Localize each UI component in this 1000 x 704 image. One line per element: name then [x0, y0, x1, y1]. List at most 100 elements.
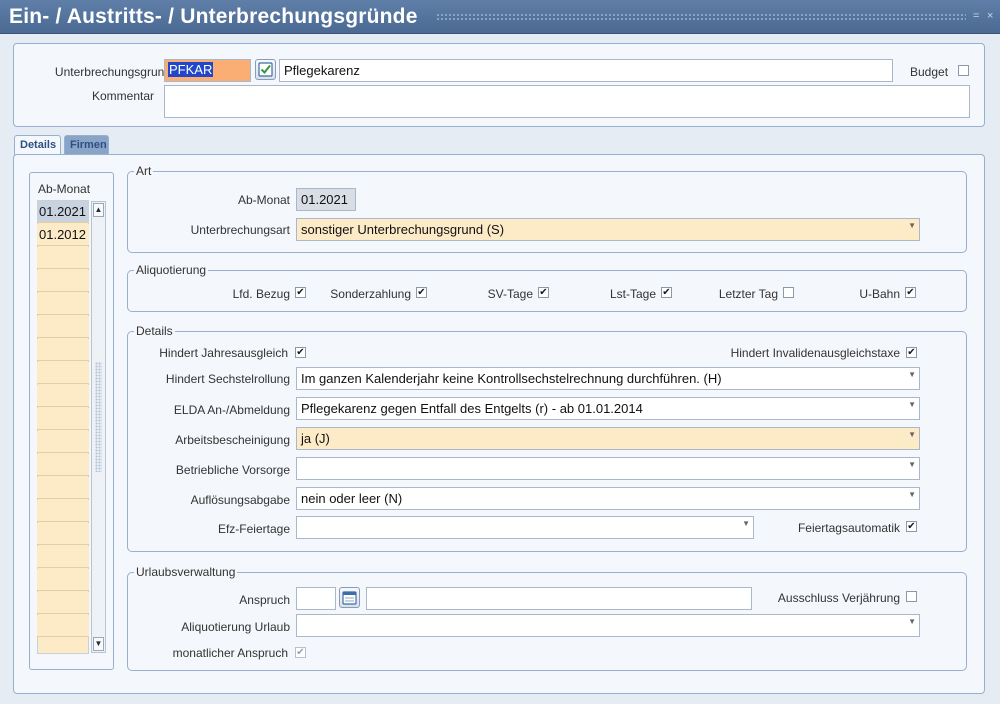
window-titlebar: Ein- / Austritts- / Unterbrechungsgründe…: [0, 0, 1000, 34]
restore-button[interactable]: =: [973, 10, 979, 22]
scroll-down-icon[interactable]: ▼: [93, 637, 104, 651]
jahresausgleich-checkbox[interactable]: [295, 347, 306, 358]
aufloesungsabgabe-value: nein oder leer (N): [301, 491, 403, 506]
verjaehrung-checkbox[interactable]: [906, 591, 917, 602]
aufloesungsabgabe-select[interactable]: nein oder leer (N) ▼: [296, 487, 920, 510]
list-item-empty: [37, 592, 89, 614]
scroll-up-icon[interactable]: ▲: [93, 203, 104, 217]
u-bahn-label: U-Bahn: [859, 287, 900, 301]
list-item-empty: [37, 408, 89, 430]
letzter-tag-label: Letzter Tag: [718, 287, 778, 301]
vorsorge-label: Betriebliche Vorsorge: [175, 463, 290, 477]
list-item-empty: [37, 546, 89, 568]
aliquotierung-urlaub-label: Aliquotierung Urlaub: [181, 620, 290, 634]
chevron-down-icon: ▼: [742, 519, 750, 528]
u-bahn-checkbox[interactable]: [905, 287, 916, 298]
grund-code-text: PFKAR: [168, 62, 214, 77]
list-item-empty: [37, 431, 89, 453]
chevron-down-icon: ▼: [908, 221, 916, 230]
budget-label: Budget: [910, 65, 949, 79]
month-list-header: Ab-Monat: [38, 182, 91, 196]
feiertagsautomatik-checkbox[interactable]: [906, 521, 917, 532]
vorsorge-select[interactable]: ▼: [296, 457, 920, 480]
arbeitsbescheinigung-label: Arbeitsbescheinigung: [175, 433, 290, 447]
lfd-bezug-checkbox[interactable]: [295, 287, 306, 298]
invalidenausgleichstaxe-checkbox[interactable]: [906, 347, 917, 358]
aufloesungsabgabe-label: Auflösungsabgabe: [190, 493, 290, 507]
kommentar-input[interactable]: [164, 85, 970, 118]
monatlich-label: monatlicher Anspruch: [172, 646, 288, 660]
budget-checkbox[interactable]: [958, 65, 969, 76]
list-item[interactable]: 01.2021: [37, 201, 89, 223]
chevron-down-icon: ▼: [908, 617, 916, 626]
sechstelrollung-label: Hindert Sechstelrollung: [165, 372, 290, 386]
lst-tage-label: Lst-Tage: [609, 287, 656, 301]
sv-tage-label: SV-Tage: [487, 287, 533, 301]
list-item-empty: [37, 523, 89, 545]
scroll-grip[interactable]: [95, 362, 102, 472]
aliquotierung-group-title: Aliquotierung: [134, 263, 209, 277]
unterbrechungsart-select[interactable]: sonstiger Unterbrechungsgrund (S) ▼: [296, 218, 920, 241]
list-item-empty: [37, 316, 89, 338]
list-item-empty: [37, 293, 89, 315]
list-item-empty: [37, 270, 89, 292]
window-title: Ein- / Austritts- / Unterbrechungsgründe: [9, 5, 418, 28]
elda-select[interactable]: Pflegekarenz gegen Entfall des Entgelts …: [296, 397, 920, 420]
sv-tage-checkbox[interactable]: [538, 287, 549, 298]
chevron-down-icon: ▼: [908, 400, 916, 409]
anspruch-label: Anspruch: [239, 593, 290, 607]
chevron-down-icon: ▼: [908, 430, 916, 439]
checklist-icon: [258, 62, 273, 77]
anspruch-calendar-button[interactable]: [339, 587, 360, 608]
lst-tage-checkbox[interactable]: [661, 287, 672, 298]
list-item-empty: [37, 247, 89, 269]
art-abmonat-label: Ab-Monat: [237, 193, 290, 207]
sechstelrollung-select[interactable]: Im ganzen Kalenderjahr keine Kontrollsec…: [296, 367, 920, 390]
sonderzahlung-checkbox[interactable]: [416, 287, 427, 298]
lfd-bezug-label: Lfd. Bezug: [232, 287, 290, 301]
kommentar-label: Kommentar: [91, 89, 154, 103]
invalidenausgleichstaxe-label: Hindert Invalidenausgleichstaxe: [730, 346, 900, 360]
art-abmonat-field: 01.2021: [296, 188, 356, 211]
urlaub-group-title: Urlaubsverwaltung: [134, 565, 238, 579]
grund-code-input[interactable]: PFKAR: [164, 59, 251, 82]
grund-name-input[interactable]: Pflegekarenz: [279, 59, 893, 82]
chevron-down-icon: ▼: [908, 370, 916, 379]
efz-label: Efz-Feiertage: [217, 522, 290, 536]
anspruch-input[interactable]: [296, 587, 336, 610]
list-item-empty: [37, 615, 89, 637]
tab-firmen[interactable]: Firmen: [64, 135, 109, 155]
chevron-down-icon: ▼: [908, 460, 916, 469]
details-group-title: Details: [134, 324, 175, 338]
tab-details[interactable]: Details: [14, 135, 61, 155]
monatlich-checkbox[interactable]: [295, 647, 306, 658]
anspruch-text-input[interactable]: [366, 587, 752, 610]
calendar-icon: [342, 591, 357, 605]
close-button[interactable]: ×: [987, 10, 993, 22]
list-item-empty: [37, 569, 89, 591]
art-group-title: Art: [134, 164, 154, 178]
arbeitsbescheinigung-value: ja (J): [301, 431, 330, 446]
month-list-scrollbar[interactable]: ▲ ▼: [91, 201, 106, 653]
feiertagsautomatik-label: Feiertagsautomatik: [797, 521, 900, 535]
list-item[interactable]: 01.2012: [37, 224, 89, 246]
unterbrechungsart-value: sonstiger Unterbrechungsgrund (S): [301, 222, 505, 237]
list-item-empty: [37, 500, 89, 522]
aliquotierung-urlaub-select[interactable]: ▼: [296, 614, 920, 637]
elda-value: Pflegekarenz gegen Entfall des Entgelts …: [301, 401, 643, 416]
letzter-tag-checkbox[interactable]: [783, 287, 794, 298]
list-item-empty: [37, 454, 89, 476]
list-item-empty: [37, 477, 89, 499]
grund-label: Unterbrechungsgrund: [54, 65, 171, 79]
sechstelrollung-value: Im ganzen Kalenderjahr keine Kontrollsec…: [301, 371, 722, 386]
verjaehrung-label: Ausschluss Verjährung: [777, 591, 900, 605]
titlebar-grip: [436, 13, 966, 21]
list-item-empty: [37, 339, 89, 361]
header-panel: Unterbrechungsgrund PFKAR Pflegekarenz B…: [13, 43, 985, 127]
efz-select[interactable]: ▼: [296, 516, 754, 539]
unterbrechungsart-label: Unterbrechungsart: [190, 223, 290, 237]
arbeitsbescheinigung-select[interactable]: ja (J) ▼: [296, 427, 920, 450]
lookup-button[interactable]: [255, 59, 276, 80]
list-item-empty: [37, 385, 89, 407]
elda-label: ELDA An-/Abmeldung: [173, 403, 290, 417]
